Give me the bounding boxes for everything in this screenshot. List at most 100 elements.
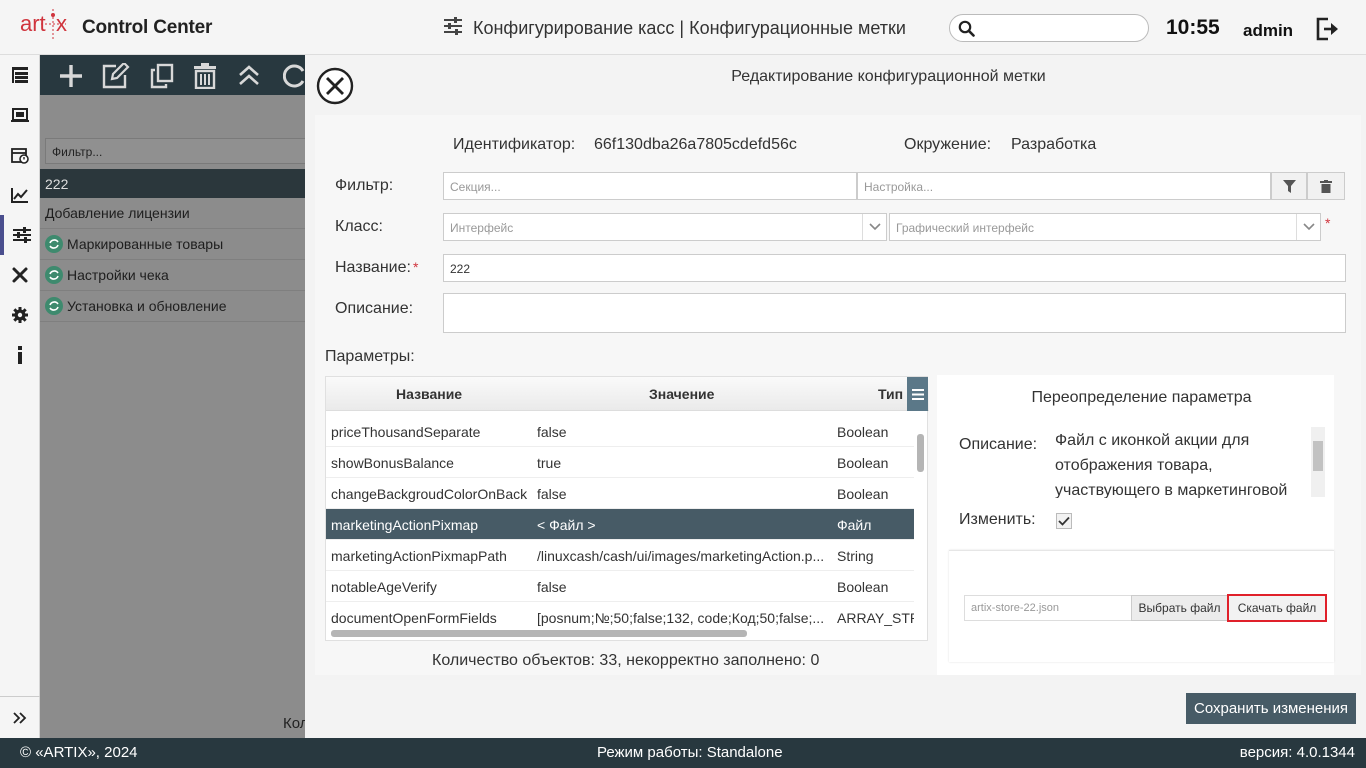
column-header-type[interactable]: Тип [878, 386, 903, 402]
background-toolbar [40, 55, 305, 95]
copy-icon[interactable] [150, 63, 174, 92]
page-title: Конфигурирование касс | Конфигурационные… [443, 17, 906, 40]
delete-icon[interactable] [193, 63, 217, 92]
section-filter-input[interactable]: Секция... [443, 172, 857, 200]
user-name[interactable]: admin [1243, 21, 1293, 41]
table-row[interactable]: showBonusBalance true Boolean [326, 447, 914, 478]
file-section: artix-store-22.json Выбрать файл Скачать… [949, 550, 1334, 662]
class-label: Класс: [335, 218, 383, 235]
chevron-down-icon [1296, 214, 1320, 240]
list-item[interactable]: Установка и обновление [40, 291, 305, 322]
table-row[interactable]: marketingActionPixmapPath/linuxcash/cash… [326, 540, 914, 571]
table-vertical-scrollbar[interactable] [915, 415, 927, 621]
id-label: Идентификатор: [453, 136, 576, 153]
objects-count: Количество объектов: 33, некорректно зап… [432, 652, 820, 669]
sliders-icon [443, 17, 463, 40]
class-select-value: Интерфейс [450, 221, 514, 235]
refresh-icon[interactable] [282, 63, 305, 92]
table-row[interactable]: notableAgeVerify false Boolean [326, 571, 914, 602]
column-header-name[interactable]: Название [396, 386, 462, 402]
table-header: Название Значение Тип [326, 377, 929, 411]
subclass-select[interactable]: Графический интерфейс [889, 213, 1321, 241]
name-label: Название: * [335, 259, 419, 276]
list-item-label: Настройки чека [67, 267, 169, 283]
override-description: Файл с иконкой акции для отображения тов… [1055, 432, 1288, 498]
list-item-label: Добавление лицензии [45, 205, 190, 221]
override-title: Переопределение параметра [1031, 389, 1252, 406]
env-label: Окружение: [904, 136, 992, 153]
params-label: Параметры: [325, 348, 415, 365]
add-icon[interactable] [58, 63, 84, 92]
version: версия: 4.0.1344 [1239, 744, 1355, 761]
id-value: 66f130dba26a7805cdefd56c [594, 136, 797, 153]
list-item-label: Маркированные товары [67, 236, 224, 252]
table-row-selected[interactable]: marketingActionPixmap < Файл > Файл [326, 509, 914, 540]
chart-icon[interactable] [0, 175, 40, 215]
sync-icon [45, 266, 63, 284]
edit-icon[interactable] [102, 61, 130, 92]
table-horizontal-scrollbar[interactable] [326, 624, 914, 640]
description-scrollbar[interactable] [1311, 427, 1325, 497]
file-name-field[interactable]: artix-store-22.json [964, 595, 1132, 621]
edit-dialog: Редактирование конфигурационной метки Ид… [305, 55, 1366, 738]
list-item[interactable]: Добавление лицензии [40, 198, 305, 229]
list-item[interactable]: Маркированные товары [40, 229, 305, 260]
logo: art x Control Center [20, 7, 213, 49]
table-row[interactable]: priceThousandSeparate false Boolean [326, 416, 914, 447]
sync-icon [45, 235, 63, 253]
search-icon [958, 20, 975, 40]
change-checkbox[interactable] [1056, 513, 1072, 529]
gear-icon[interactable] [0, 295, 40, 335]
column-header-value[interactable]: Значение [649, 386, 714, 402]
sync-icon [45, 297, 63, 315]
info-icon[interactable] [0, 335, 40, 375]
description-input[interactable] [443, 293, 1346, 333]
dialog-title: Редактирование конфигурационной метки [731, 68, 1046, 85]
list-item-label: Установка и обновление [67, 298, 227, 314]
column-menu-icon[interactable] [907, 377, 928, 411]
search-box[interactable] [949, 14, 1149, 42]
filter-icon[interactable] [1271, 172, 1307, 200]
search-input[interactable] [982, 18, 1142, 38]
collapse-up-icon[interactable] [238, 63, 260, 90]
params-table: Название Значение Тип priceThousandSepar… [325, 376, 929, 641]
name-input[interactable]: 222 [443, 254, 1346, 282]
table-row[interactable]: documentOpenFormFields [posnum;№;50;false… [326, 602, 914, 626]
chevron-down-icon [862, 214, 886, 240]
background-selected-item[interactable]: 222 [40, 169, 305, 198]
status-footer: © «ARTIX», 2024 Режим работы: Standalone… [0, 738, 1366, 768]
clear-filter-trash-icon[interactable] [1307, 172, 1345, 200]
background-panel: Фильтр... 222 Добавление лицензии Маркир… [40, 55, 310, 738]
filter-label: Фильтр: [335, 177, 394, 194]
override-panel: Переопределение параметра Описание: Файл… [937, 375, 1334, 675]
class-select[interactable]: Интерфейс [443, 213, 887, 241]
setting-filter-input[interactable]: Настройка... [857, 172, 1271, 200]
schedule-icon[interactable] [0, 135, 40, 175]
tools-icon[interactable] [0, 255, 40, 295]
table-row[interactable]: changeBackgroudColorOnBack false Boolean [326, 478, 914, 509]
save-changes-button[interactable]: Сохранить изменения [1186, 693, 1356, 724]
logo-mark: art x [20, 7, 76, 49]
app-header: art x Control Center Конфигурирование ка… [0, 0, 1366, 55]
list-item[interactable]: Настройки чека [40, 260, 305, 291]
app-name: Control Center [82, 17, 213, 38]
expand-rail-icon[interactable] [0, 696, 40, 738]
download-file-button[interactable]: Скачать файл [1227, 594, 1327, 622]
subclass-select-value: Графический интерфейс [896, 221, 1034, 235]
override-desc-label: Описание: [959, 436, 1038, 453]
terminal-icon[interactable] [0, 95, 40, 135]
clock: 10:55 [1166, 16, 1220, 39]
work-mode: Режим работы: Standalone [597, 744, 783, 761]
change-label: Изменить: [959, 511, 1036, 528]
choose-file-button[interactable]: Выбрать файл [1131, 595, 1228, 621]
tree-icon[interactable] [0, 55, 40, 95]
env-value: Разработка [1011, 136, 1097, 153]
page-title-text: Конфигурирование касс | Конфигурационные… [473, 18, 906, 38]
required-mark: * [1325, 215, 1331, 231]
background-filter-input[interactable]: Фильтр... [45, 138, 310, 164]
copyright: © «ARTIX», 2024 [20, 744, 138, 761]
left-rail [0, 55, 40, 738]
sliders-icon[interactable] [0, 215, 40, 255]
logout-icon[interactable] [1315, 16, 1341, 45]
description-label: Описание: [335, 300, 414, 317]
